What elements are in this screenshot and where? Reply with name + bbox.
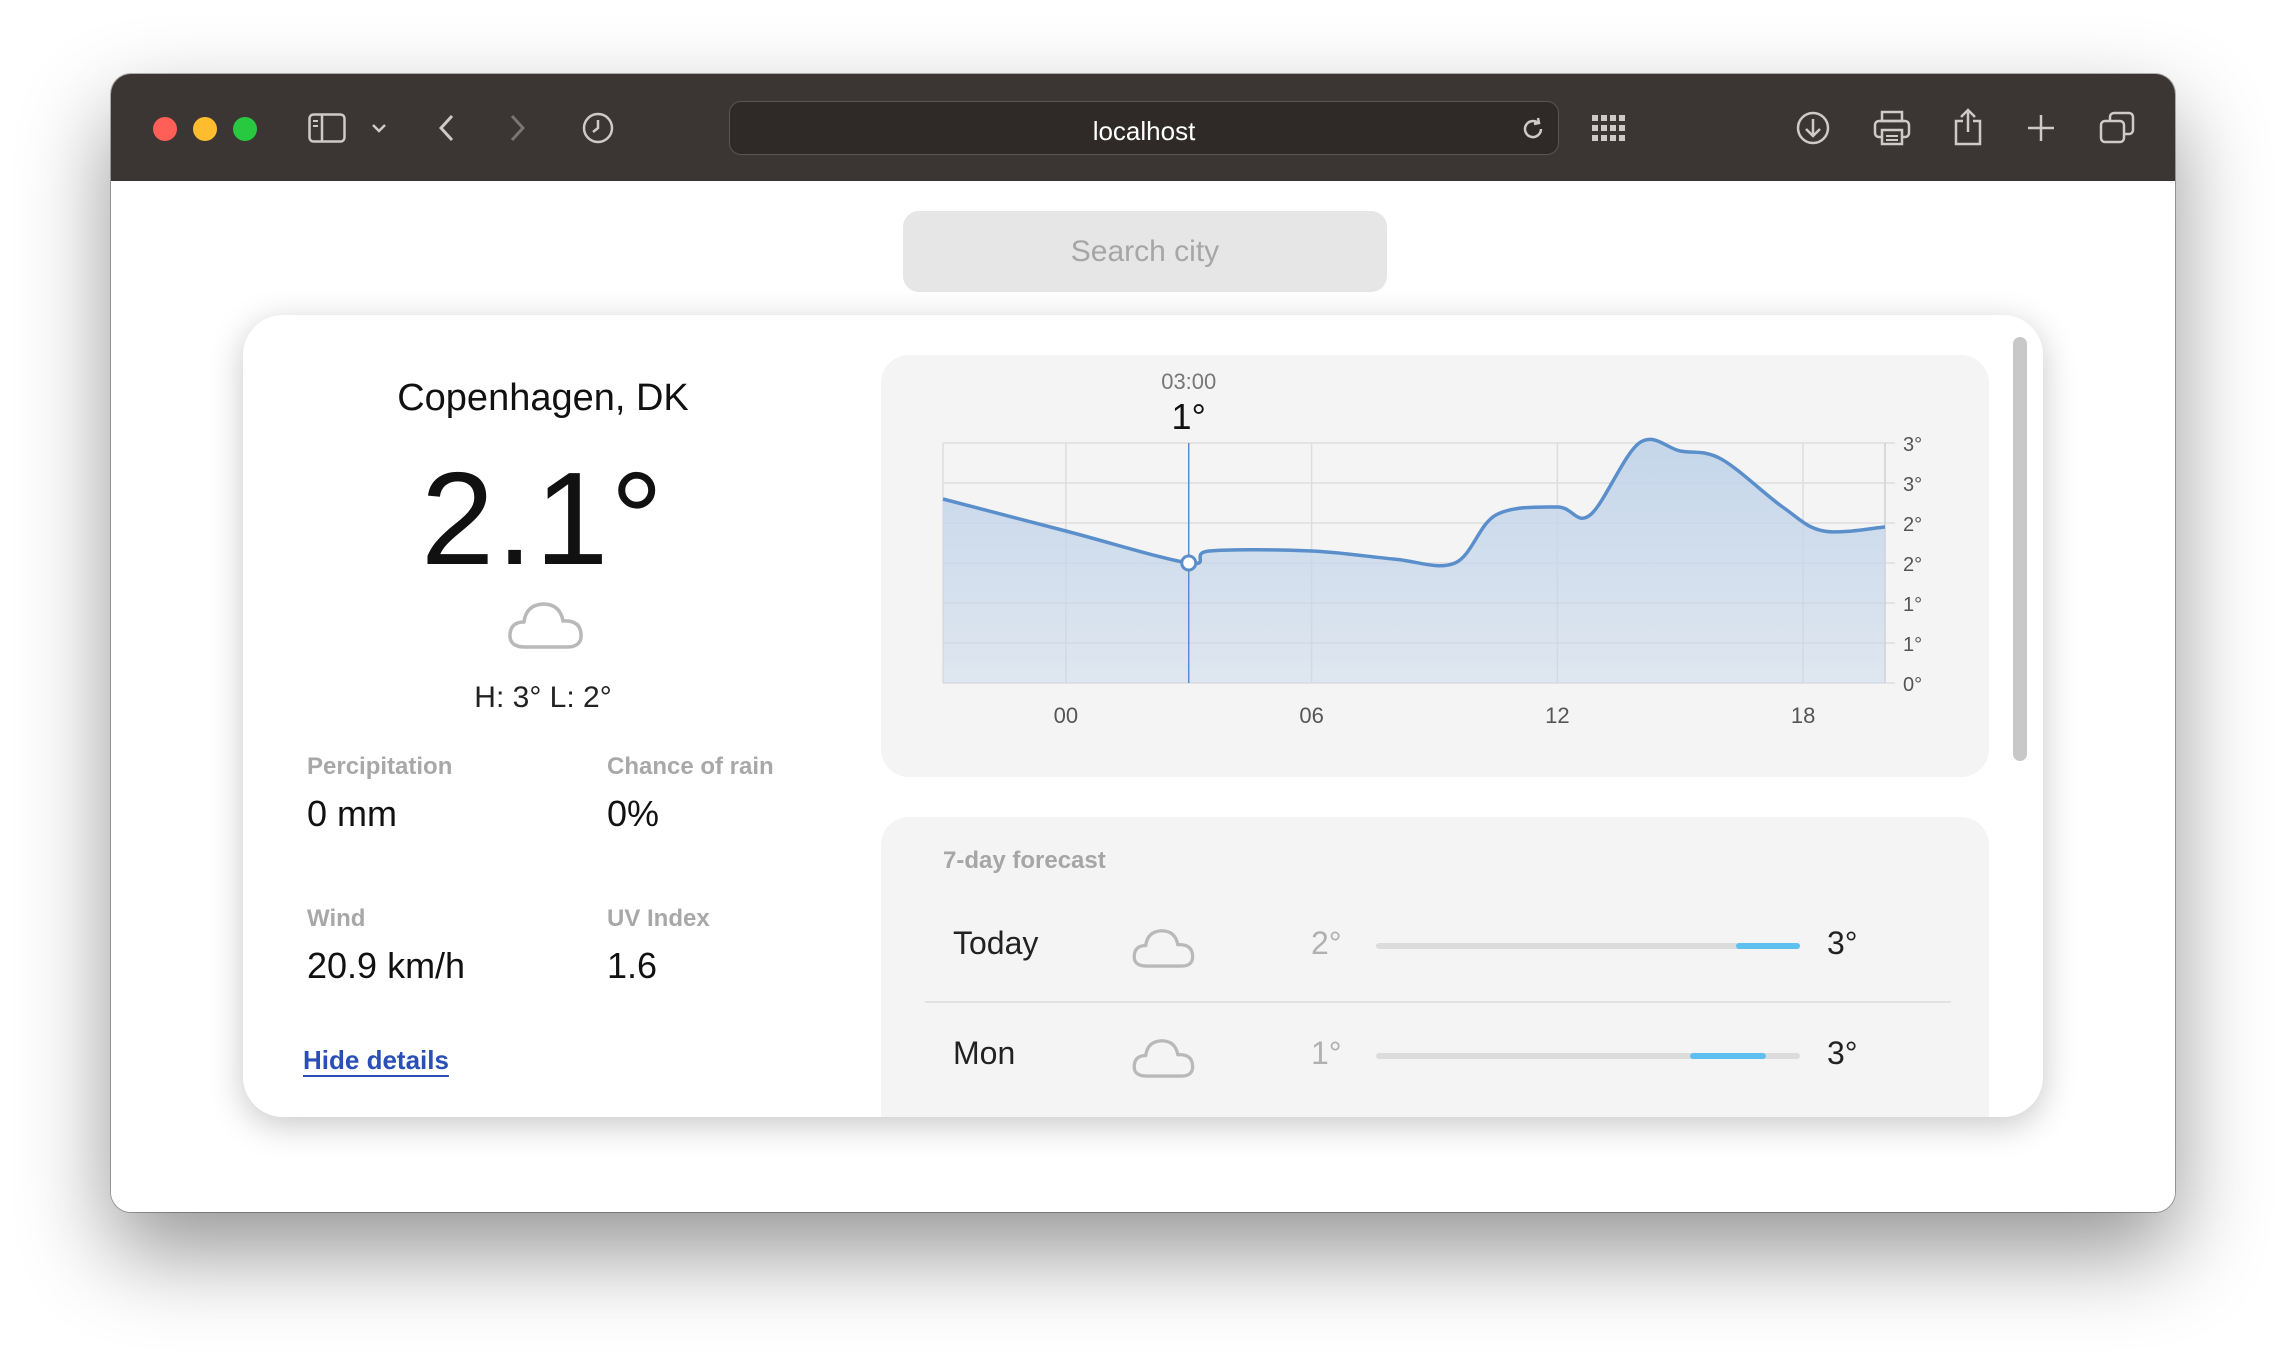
hourly-chart-panel: 03:00 1° 00 06 12 18 0° 1° 1° 2° 2° 3° 3°: [881, 355, 1989, 777]
y-tick-label: 2°: [1903, 554, 1922, 576]
minimize-window-button[interactable]: [193, 117, 217, 141]
close-window-button[interactable]: [153, 117, 177, 141]
y-tick-label: 2°: [1903, 514, 1922, 536]
tooltip-value: 1°: [1172, 396, 1206, 437]
temperature-range-fill: [1689, 1053, 1767, 1059]
forecast-high: 3°: [1827, 1035, 1858, 1071]
hourly-temperature-chart[interactable]: 03:00 1° 00 06 12 18 0° 1° 1° 2° 2° 3° 3°: [881, 355, 1989, 777]
tab-overview-icon[interactable]: [2097, 109, 2137, 147]
forecast-row-today[interactable]: Today 2° 3°: [881, 901, 1989, 991]
cloud-icon: [1129, 1035, 1197, 1086]
forecast-day: Today: [953, 925, 1039, 961]
weather-card: Copenhagen, DK 2.1° H: 3° L: 2° Percipit…: [243, 315, 2043, 1117]
wind-label: Wind: [307, 905, 366, 932]
chance-of-rain-value: 0%: [607, 793, 660, 834]
forecast-day: Mon: [953, 1035, 1016, 1071]
cloud-icon: [505, 597, 585, 658]
forecast-low: 1°: [1311, 1035, 1342, 1071]
page-content: Copenhagen, DK 2.1° H: 3° L: 2° Percipit…: [111, 181, 2175, 1212]
browser-toolbar: localhost: [111, 74, 2175, 181]
new-tab-plus-icon[interactable]: [2023, 110, 2059, 146]
forecast-high: 3°: [1827, 925, 1858, 961]
print-icon[interactable]: [1871, 109, 1913, 147]
chance-of-rain-label: Chance of rain: [607, 753, 774, 780]
hover-point: [1180, 554, 1198, 572]
history-clock-icon[interactable]: [579, 110, 617, 146]
forecast-low: 2°: [1311, 925, 1342, 961]
y-tick-label: 0°: [1903, 674, 1922, 696]
cloud-icon: [1129, 925, 1197, 976]
tooltip-time: 03:00: [1161, 369, 1216, 394]
temperature-range-bar: [1376, 1053, 1800, 1059]
sidebar-icon[interactable]: [307, 110, 347, 146]
precipitation-value: 0 mm: [307, 793, 397, 834]
reload-icon[interactable]: [1518, 114, 1548, 144]
current-temperature: 2.1°: [420, 445, 666, 592]
download-icon[interactable]: [1793, 109, 1833, 147]
forward-arrow-icon[interactable]: [505, 110, 531, 146]
uv-index-label: UV Index: [607, 905, 710, 932]
address-bar[interactable]: localhost: [729, 101, 1559, 155]
grid-apps-icon[interactable]: [1589, 110, 1629, 146]
x-tick-label: 18: [1791, 703, 1815, 728]
hide-details-link[interactable]: Hide details: [303, 1045, 449, 1076]
scrollbar[interactable]: [2013, 337, 2027, 761]
browser-window: localhost Copenhagen, DK 2.1°: [111, 74, 2175, 1212]
row-divider: [925, 1001, 1951, 1003]
x-tick-label: 12: [1545, 703, 1569, 728]
temperature-range-fill: [1736, 943, 1800, 949]
temperature-range-bar: [1376, 943, 1800, 949]
city-name: Copenhagen, DK: [397, 377, 689, 419]
url-text: localhost: [1092, 116, 1196, 146]
x-tick-label: 06: [1299, 703, 1323, 728]
seven-day-forecast-panel: 7-day forecast Today 2° 3° Mon 1° 3°: [881, 817, 1989, 1117]
search-city-input[interactable]: [903, 211, 1387, 292]
share-icon[interactable]: [1949, 106, 1987, 148]
high-low: H: 3° L: 2°: [474, 681, 612, 714]
forecast-row-mon[interactable]: Mon 1° 3°: [881, 1011, 1989, 1101]
chevron-down-icon[interactable]: [369, 116, 389, 140]
y-tick-label: 3°: [1903, 434, 1922, 456]
x-tick-label: 00: [1054, 703, 1078, 728]
y-tick-label: 1°: [1903, 594, 1922, 616]
zoom-window-button[interactable]: [233, 117, 257, 141]
precipitation-label: Percipitation: [307, 753, 453, 780]
back-arrow-icon[interactable]: [433, 110, 459, 146]
wind-value: 20.9 km/h: [307, 945, 466, 986]
forecast-title: 7-day forecast: [943, 847, 1106, 874]
uv-index-value: 1.6: [607, 945, 658, 986]
y-tick-label: 3°: [1903, 474, 1922, 496]
y-tick-label: 1°: [1903, 634, 1922, 656]
